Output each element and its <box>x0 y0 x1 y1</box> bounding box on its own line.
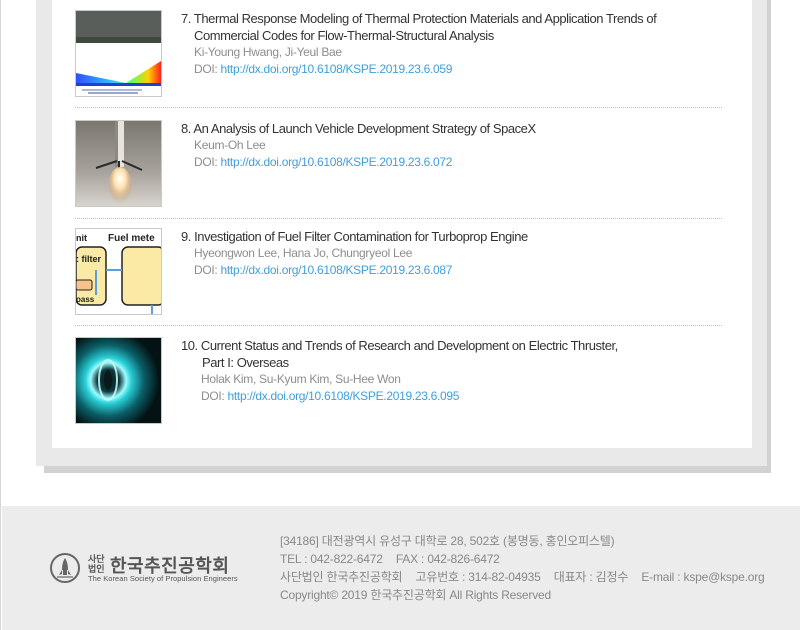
rep-text: 대표자 : 김정수 <box>553 570 629 584</box>
article-title-line2: Commercial Codes for Flow-Thermal-Struct… <box>194 28 494 43</box>
article-title[interactable]: 10. Current Status and Trends of Researc… <box>181 337 722 371</box>
copyright-text: Copyright© 2019 한국추진공학회 All Rights Reser… <box>280 588 551 602</box>
article-title-line1: Current Status and Trends of Research an… <box>200 338 618 353</box>
rocket-landing-graphic <box>76 121 161 206</box>
article-authors: Holak Kim, Su-Kyum Kim, Su-Hee Won <box>201 372 401 386</box>
article-title-line1: An Analysis of Launch Vehicle Developmen… <box>193 121 536 136</box>
diagram-label-filter: : filter <box>76 254 101 264</box>
article-number: 9. <box>181 229 191 244</box>
thermal-simulation-image[interactable] <box>75 10 162 97</box>
article-number: 8. <box>181 121 191 136</box>
logo-english-name: The Korean Society of Propulsion Enginee… <box>88 574 238 583</box>
article-number: 7. <box>181 11 191 26</box>
article-title[interactable]: 7. Thermal Response Modeling of Thermal … <box>181 10 722 44</box>
footer-contact: TEL : 042-822-6472 FAX : 042-826-6472 <box>280 550 775 568</box>
diagram-label-unit: nit <box>76 233 87 243</box>
article-authors: Ki-Young Hwang, Ji-Yeul Bae <box>194 45 342 59</box>
article-title-line1: Thermal Response Modeling of Thermal Pro… <box>193 11 657 26</box>
rocket-landing-image[interactable] <box>75 120 162 207</box>
org-text: 사단법인 한국추진공학회 <box>280 570 403 584</box>
site-footer: 사단 법인 한국추진공학회 The Korean Society of Prop… <box>2 506 800 630</box>
doi-link[interactable]: http://dx.doi.org/10.6108/KSPE.2019.23.6… <box>221 62 453 76</box>
article-text: 7. Thermal Response Modeling of Thermal … <box>181 10 722 78</box>
doi-label: DOI: <box>194 263 218 277</box>
footer-copyright: Copyright© 2019 한국추진공학회 All Rights Reser… <box>280 586 775 604</box>
reg-no-text: 고유번호 : 314-82-04935 <box>415 570 541 584</box>
electric-thruster-graphic <box>76 338 161 423</box>
doi-link[interactable]: http://dx.doi.org/10.6108/KSPE.2019.23.6… <box>221 263 453 277</box>
doi-link[interactable]: http://dx.doi.org/10.6108/KSPE.2019.23.6… <box>228 389 460 403</box>
article-title[interactable]: 9. Investigation of Fuel Filter Contamin… <box>181 228 722 245</box>
article-item-7: 7. Thermal Response Modeling of Thermal … <box>75 10 722 97</box>
doi-label: DOI: <box>194 62 218 76</box>
article-text: 8. An Analysis of Launch Vehicle Develop… <box>181 120 722 171</box>
article-doi: DOI: http://dx.doi.org/10.6108/KSPE.2019… <box>181 154 722 171</box>
divider <box>75 218 722 219</box>
rocket-emblem-icon <box>50 553 80 583</box>
tel-text: TEL : 042-822-6472 <box>280 552 383 566</box>
society-logo[interactable]: 사단 법인 한국추진공학회 The Korean Society of Prop… <box>50 552 250 586</box>
article-title-line1: Investigation of Fuel Filter Contaminati… <box>194 229 528 244</box>
article-title-line2: Part I: Overseas <box>202 355 289 370</box>
fuel-filter-diagram-image[interactable]: nit Fuel mete : filter oass <box>75 228 162 315</box>
article-title[interactable]: 8. An Analysis of Launch Vehicle Develop… <box>181 120 722 137</box>
diagram-label-bypass: oass <box>76 295 95 304</box>
fax-text: FAX : 042-826-6472 <box>395 552 500 566</box>
article-item-10: 10. Current Status and Trends of Researc… <box>75 337 722 424</box>
thermal-simulation-graphic <box>76 11 161 96</box>
page-frame: 7. Thermal Response Modeling of Thermal … <box>0 0 800 630</box>
article-doi: DOI: http://dx.doi.org/10.6108/KSPE.2019… <box>181 61 722 78</box>
rocket-emblem-graphic <box>57 558 73 578</box>
doi-label: DOI: <box>201 389 225 403</box>
footer-address: [34186] 대전광역시 유성구 대학로 28, 502호 (봉명동, 홍인오… <box>280 532 775 550</box>
article-doi: DOI: http://dx.doi.org/10.6108/KSPE.2019… <box>181 388 722 405</box>
article-item-8: 8. An Analysis of Launch Vehicle Develop… <box>75 120 722 207</box>
article-text: 9. Investigation of Fuel Filter Contamin… <box>181 228 722 279</box>
divider <box>75 325 722 326</box>
address-text: [34186] 대전광역시 유성구 대학로 28, 502호 (봉명동, 홍인오… <box>280 534 615 548</box>
footer-org-details: 사단법인 한국추진공학회 고유번호 : 314-82-04935 대표자 : 김… <box>280 568 775 586</box>
footer-info: [34186] 대전광역시 유성구 대학로 28, 502호 (봉명동, 홍인오… <box>280 532 775 604</box>
fuel-filter-diagram-graphic: nit Fuel mete : filter oass <box>76 233 161 314</box>
doi-link[interactable]: http://dx.doi.org/10.6108/KSPE.2019.23.6… <box>221 155 453 169</box>
article-doi: DOI: http://dx.doi.org/10.6108/KSPE.2019… <box>181 262 722 279</box>
divider <box>75 107 722 108</box>
email-text[interactable]: E-mail : kspe@kspe.org <box>641 570 764 584</box>
logo-small-text: 사단 법인 <box>88 554 105 574</box>
article-authors: Hyeongwon Lee, Hana Jo, Chungryeol Lee <box>194 246 413 260</box>
article-item-9: nit Fuel mete : filter oass 9. Investiga… <box>75 228 722 315</box>
article-authors: Keum-Oh Lee <box>194 138 266 152</box>
article-text: 10. Current Status and Trends of Researc… <box>181 337 722 405</box>
article-number: 10. <box>181 338 198 353</box>
electric-thruster-image[interactable] <box>75 337 162 424</box>
doi-label: DOI: <box>194 155 218 169</box>
diagram-label-fuel-meter: Fuel mete <box>108 233 155 244</box>
content-area: 7. Thermal Response Modeling of Thermal … <box>2 0 800 506</box>
